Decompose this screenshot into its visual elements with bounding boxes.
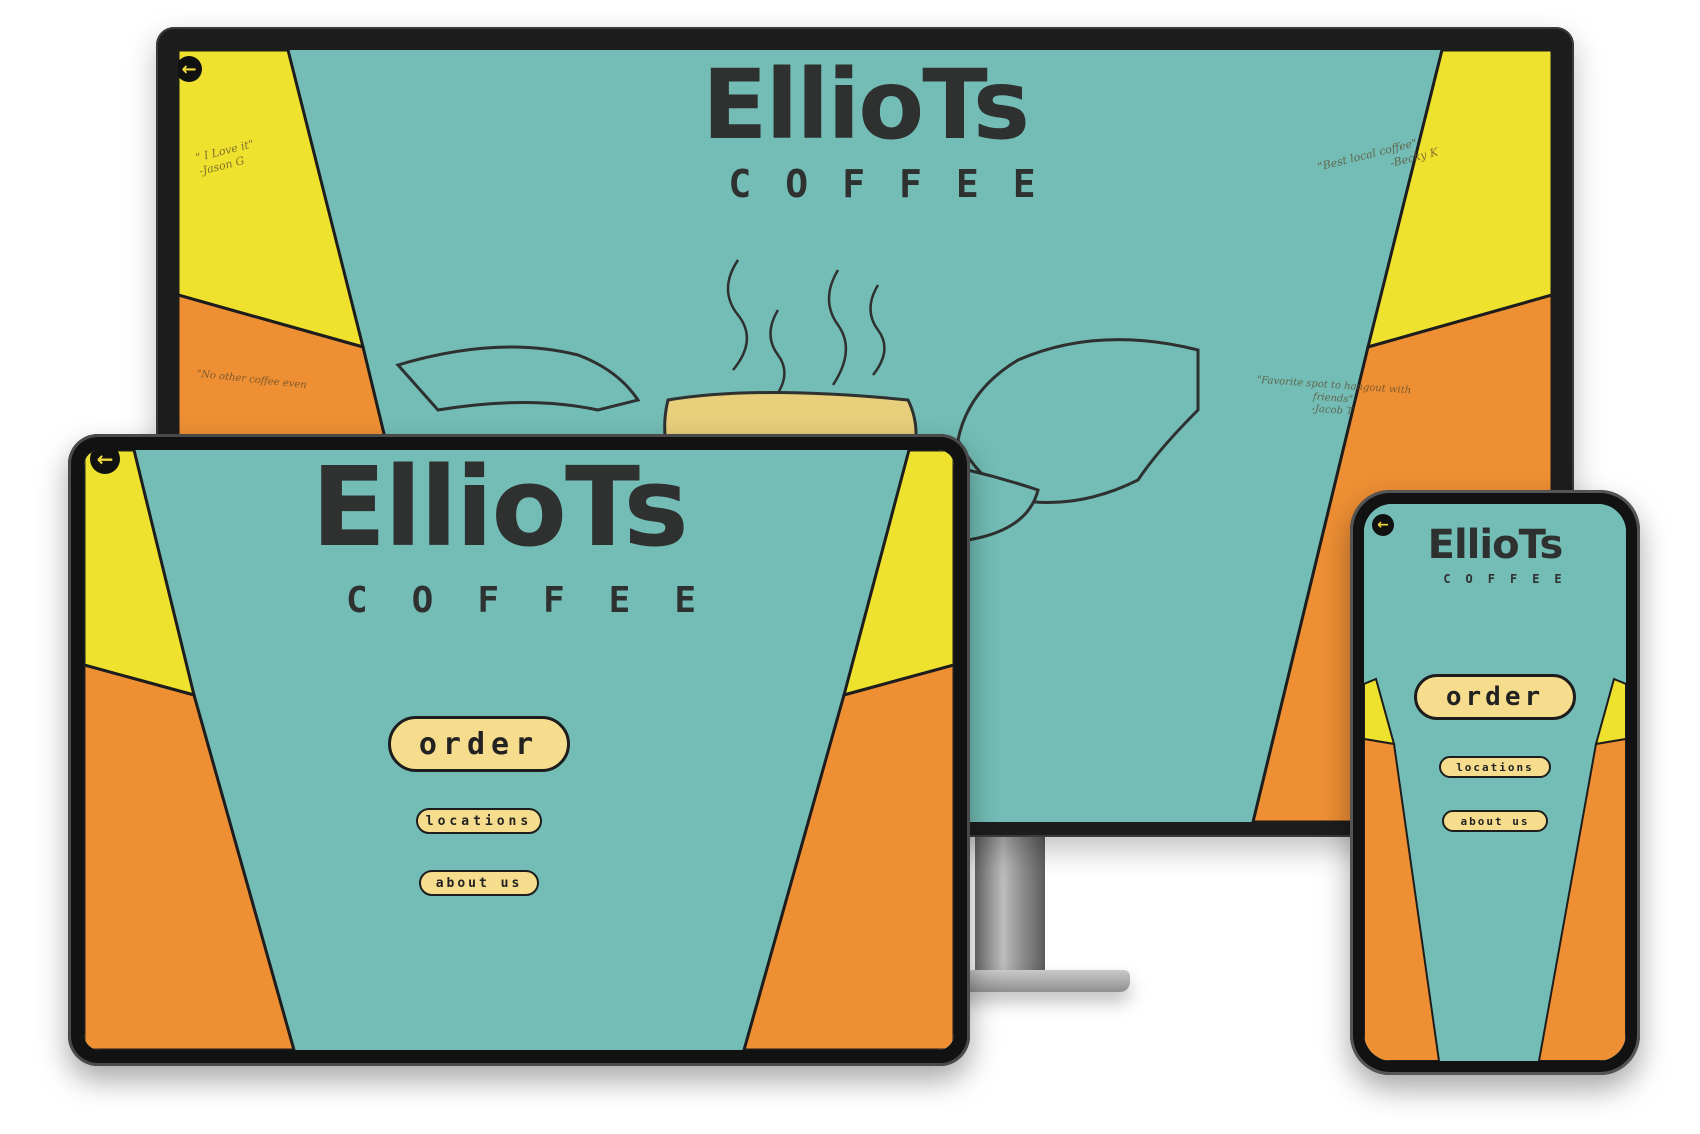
locations-button[interactable]: locations: [1439, 756, 1551, 778]
monitor-stand: [975, 825, 1045, 975]
about-us-button[interactable]: about us: [1442, 810, 1548, 832]
brand-name: EllioTs: [1427, 522, 1564, 568]
locations-button[interactable]: locations: [416, 808, 542, 834]
brand-subtitle: COFFEE: [1443, 572, 1577, 586]
phone-screen: ← EllioTs COFFEE order locations about u…: [1364, 504, 1626, 1061]
brand-name: EllioTs: [311, 450, 689, 571]
about-us-button[interactable]: about us: [419, 870, 539, 896]
order-button[interactable]: order: [1414, 674, 1576, 720]
brand-subtitle: COFFEE: [345, 580, 741, 621]
brand-name: EllioTs: [701, 50, 1030, 161]
phone-background: [1364, 504, 1626, 1061]
order-button[interactable]: order: [388, 716, 570, 772]
tablet-screen: ← EllioTs COFFEE order locations about u…: [84, 450, 954, 1050]
